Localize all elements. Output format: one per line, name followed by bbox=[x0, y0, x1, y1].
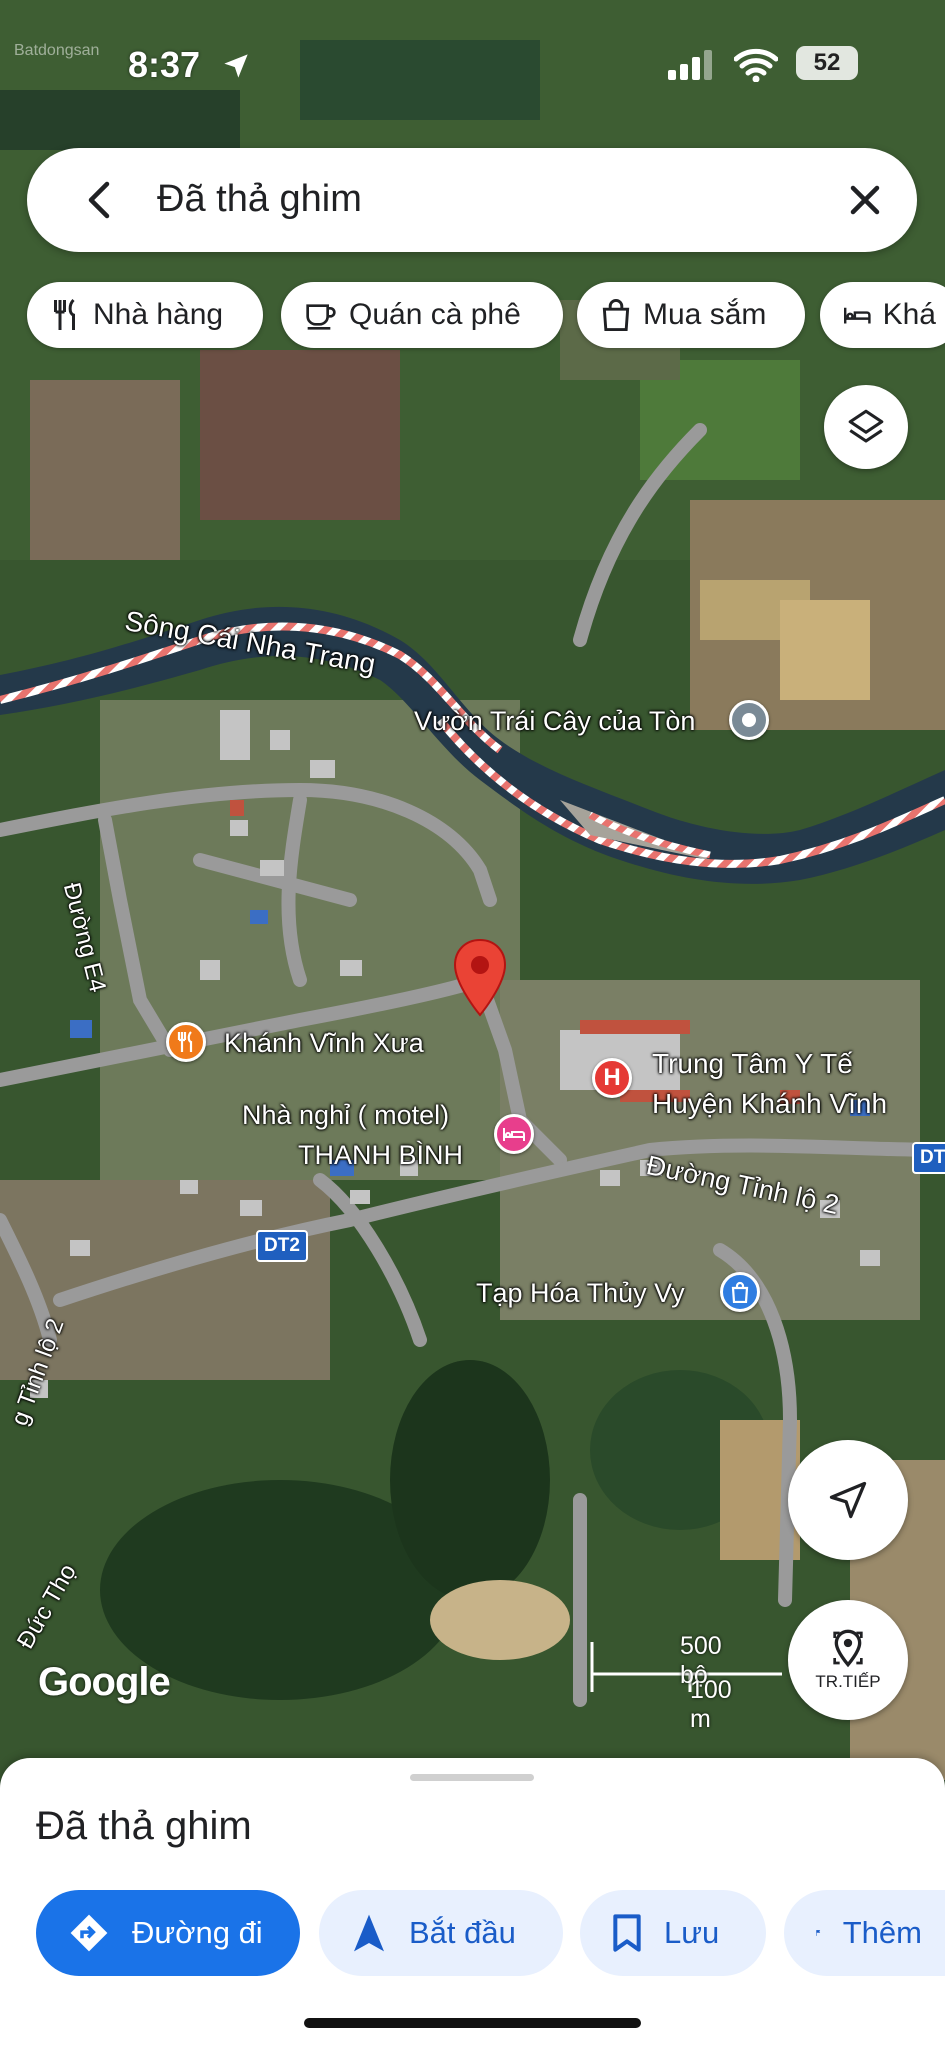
poi-label-grocery[interactable]: Tạp Hóa Thủy Vy bbox=[476, 1278, 685, 1309]
my-location-button[interactable] bbox=[788, 1440, 908, 1560]
chip-hotels[interactable]: Khá bbox=[820, 282, 945, 348]
coffee-icon bbox=[306, 304, 336, 330]
shopping-bag-icon bbox=[731, 1281, 749, 1303]
transit-button-label: TR.TIẾP bbox=[815, 1672, 881, 1691]
sheet-drag-handle[interactable] bbox=[410, 1774, 534, 1781]
watermark: Batdongsan bbox=[14, 42, 100, 59]
bed-icon bbox=[503, 1128, 525, 1141]
poi-pin-orchard[interactable] bbox=[729, 700, 769, 740]
chip-label: Mua sắm bbox=[643, 298, 767, 331]
add-button[interactable]: Thêm bbox=[784, 1890, 945, 1976]
chip-shopping[interactable]: Mua sắm bbox=[577, 282, 805, 348]
battery-indicator: 52 bbox=[796, 46, 858, 80]
layers-button[interactable] bbox=[824, 385, 908, 469]
flag-icon bbox=[816, 1930, 821, 1936]
directions-icon bbox=[70, 1914, 108, 1952]
place-bottom-sheet[interactable]: Đã thả ghim Đường đi Bắt đầu Lưu Thêm bbox=[0, 1758, 945, 2048]
search-bar[interactable]: Đã thả ghim bbox=[27, 148, 917, 252]
chip-cafes[interactable]: Quán cà phê bbox=[281, 282, 563, 348]
layers-icon bbox=[848, 409, 884, 443]
search-query-text[interactable]: Đã thả ghim bbox=[157, 178, 362, 221]
chip-restaurants[interactable]: Nhà hàng bbox=[27, 282, 263, 348]
location-arrow-icon bbox=[224, 54, 248, 78]
transit-directions-button[interactable]: TR.TIẾP bbox=[788, 1600, 908, 1720]
road-shield-dt2-right: DT2 bbox=[912, 1142, 945, 1174]
shopping-bag-icon bbox=[602, 299, 630, 331]
cellular-signal-icon bbox=[668, 50, 712, 80]
poi-label-hospital-line2[interactable]: Huyện Khánh Vĩnh bbox=[652, 1088, 887, 1120]
save-button[interactable]: Lưu bbox=[580, 1890, 766, 1976]
poi-label-motel-line1[interactable]: Nhà nghỉ ( motel) bbox=[242, 1100, 449, 1131]
google-logo: Google bbox=[38, 1660, 171, 1704]
road-shield-dt2: DT2 bbox=[256, 1230, 308, 1262]
bed-icon bbox=[844, 307, 871, 324]
add-label: Thêm bbox=[842, 1915, 922, 1950]
restaurant-icon bbox=[177, 1031, 193, 1052]
save-label: Lưu bbox=[664, 1915, 720, 1950]
status-bar: Batdongsan 8:37 52 bbox=[0, 0, 945, 120]
scale-label-meters: 100 m bbox=[690, 1676, 732, 1733]
directions-label: Đường đi bbox=[132, 1915, 263, 1950]
chip-label: Nhà hàng bbox=[93, 298, 224, 331]
back-arrow-icon[interactable] bbox=[79, 178, 123, 222]
start-button[interactable]: Bắt đầu bbox=[319, 1890, 563, 1976]
dropped-pin-marker[interactable] bbox=[452, 938, 508, 1018]
navigation-arrow-icon bbox=[829, 1481, 867, 1519]
poi-label-restaurant[interactable]: Khánh Vĩnh Xưa bbox=[224, 1028, 424, 1059]
poi-pin-grocery[interactable] bbox=[720, 1272, 760, 1312]
chip-label: Quán cà phê bbox=[349, 298, 521, 331]
poi-label-hospital-line1[interactable]: Trung Tâm Y Tế bbox=[652, 1048, 853, 1080]
poi-pin-motel[interactable] bbox=[494, 1114, 534, 1154]
place-pin-icon bbox=[833, 1629, 863, 1668]
place-dot-icon bbox=[742, 713, 756, 727]
bookmark-icon bbox=[613, 1914, 641, 1952]
directions-button[interactable]: Đường đi bbox=[36, 1890, 300, 1976]
restaurant-icon bbox=[54, 298, 75, 330]
hospital-icon: H bbox=[603, 1064, 621, 1091]
poi-pin-hospital[interactable]: H bbox=[592, 1058, 632, 1098]
poi-label-orchard[interactable]: Vườn Trái Cây của Tòn bbox=[414, 706, 695, 737]
poi-pin-restaurant[interactable] bbox=[166, 1022, 206, 1062]
place-title: Đã thả ghim bbox=[36, 1804, 252, 1848]
chip-label: Khá bbox=[882, 298, 936, 331]
poi-label-motel-line2[interactable]: THANH BÌNH bbox=[298, 1140, 463, 1171]
start-label: Bắt đầu bbox=[409, 1915, 516, 1950]
navigation-arrow-icon bbox=[354, 1914, 384, 1952]
wifi-icon bbox=[734, 48, 778, 82]
close-icon[interactable] bbox=[843, 178, 887, 222]
home-indicator bbox=[304, 2018, 641, 2028]
status-time: 8:37 bbox=[128, 44, 201, 85]
